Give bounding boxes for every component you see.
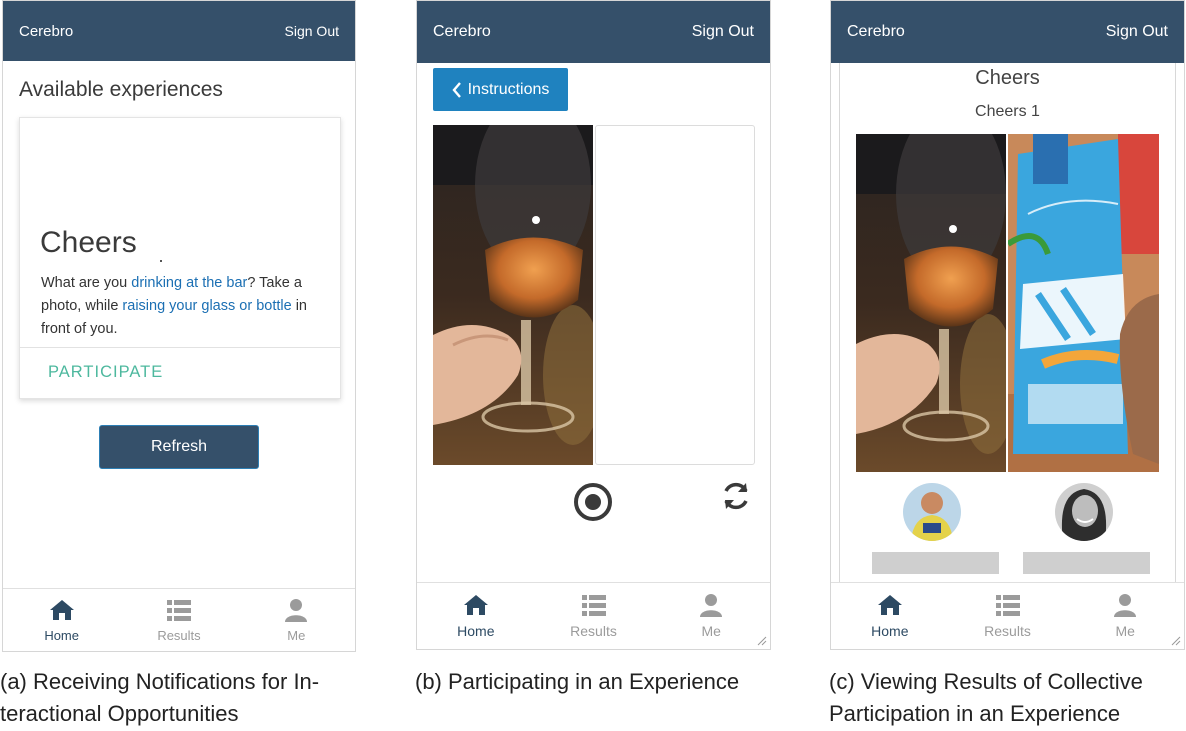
page-title: Available experiences [19,78,223,101]
resize-handle-icon[interactable] [755,634,767,646]
home-icon [463,595,488,615]
tab-me[interactable]: Me [652,583,770,649]
tab-results[interactable]: Results [949,583,1067,649]
tab-results-label: Results [570,623,617,639]
tab-home[interactable]: Home [831,583,949,649]
avatar-image [1055,483,1113,541]
experience-card[interactable]: Cheers What are you drinking at the bar?… [19,117,341,399]
instructions-button[interactable]: Instructions [433,68,568,111]
wine-glass-photo [856,134,1006,472]
capture-button-icon[interactable] [573,482,613,522]
participant-name-redacted [1023,552,1150,574]
divider [20,347,340,348]
participant-name-redacted [872,552,999,574]
participant-avatar-1[interactable] [903,483,961,541]
captured-photo [433,125,593,465]
refresh-button[interactable]: Refresh [99,425,259,469]
tab-home[interactable]: Home [3,589,120,651]
app-header: Cerebro Sign Out [3,1,355,61]
tab-me[interactable]: Me [1066,583,1184,649]
tab-home-label: Home [44,627,79,643]
description-link-raising-glass[interactable]: raising your glass or bottle [122,298,291,314]
caption-c: (c) Viewing Results of Collective Partic… [829,669,1143,726]
user-icon [700,594,723,617]
participant-avatar-2[interactable] [1055,483,1113,541]
phone-screen-results: Cerebro Sign Out Cheers Cheers 1 Home Re… [830,0,1185,650]
user-icon [1114,594,1137,617]
description-text: What are you [41,275,132,291]
chevron-left-icon [452,81,461,98]
switch-camera-icon[interactable] [719,479,753,513]
partner-photo-placeholder [595,125,755,465]
description-link-drinking[interactable]: drinking at the bar [131,275,247,291]
bottom-tab-bar: Home Results Me [3,588,355,651]
tab-me-label: Me [701,623,721,639]
tab-results-label: Results [984,623,1031,639]
bottom-tab-bar: Home Results Me [831,582,1184,649]
tab-results[interactable]: Results [535,583,653,649]
content-border [1175,63,1176,583]
home-icon [49,599,74,620]
tab-home-label: Home [457,623,495,639]
experience-card-description: What are you drinking at the bar? Take a… [41,272,326,341]
app-brand[interactable]: Cerebro [847,23,905,41]
caption-a: (a) Receiving Notifications for In-terac… [0,669,320,726]
coconut-water-photo [1008,134,1159,472]
home-icon [877,595,902,615]
bottom-tab-bar: Home Results Me [417,582,770,649]
phone-screen-participating: Cerebro Sign Out Instructions Home Resul… [416,0,771,650]
result-photo-1[interactable] [856,134,1006,472]
user-icon [285,598,308,622]
app-header: Cerebro Sign Out [831,1,1184,63]
result-subtitle: Cheers 1 [975,103,1040,120]
resize-handle-icon[interactable] [1169,634,1181,646]
participate-button[interactable]: PARTICIPATE [48,363,163,382]
list-icon [995,595,1020,616]
sign-out-link[interactable]: Sign Out [692,23,754,41]
tab-home-label: Home [871,623,909,639]
avatar-image [903,483,961,541]
list-icon [166,599,191,621]
result-title: Cheers [975,67,1040,89]
app-brand[interactable]: Cerebro [19,23,73,40]
sign-out-link[interactable]: Sign Out [1106,23,1168,41]
tab-results[interactable]: Results [120,589,237,651]
decorative-dot [160,260,162,262]
result-photo-2[interactable] [1008,134,1159,472]
tab-home[interactable]: Home [417,583,535,649]
app-brand[interactable]: Cerebro [433,23,491,41]
experience-card-image [20,118,340,234]
sign-out-link[interactable]: Sign Out [285,23,339,39]
list-icon [581,595,606,616]
experience-card-title: Cheers [40,226,137,259]
app-header: Cerebro Sign Out [417,1,770,63]
tab-me[interactable]: Me [238,589,355,651]
tab-results-label: Results [157,627,201,643]
caption-b: (b) Participating in an Experience [415,669,740,694]
tab-me-label: Me [1115,623,1135,639]
instructions-label: Instructions [467,80,550,98]
content-border [839,63,840,583]
tab-me-label: Me [287,627,306,643]
phone-screen-notifications: Cerebro Sign Out Available experiences C… [2,0,356,652]
wine-glass-photo [433,125,593,465]
